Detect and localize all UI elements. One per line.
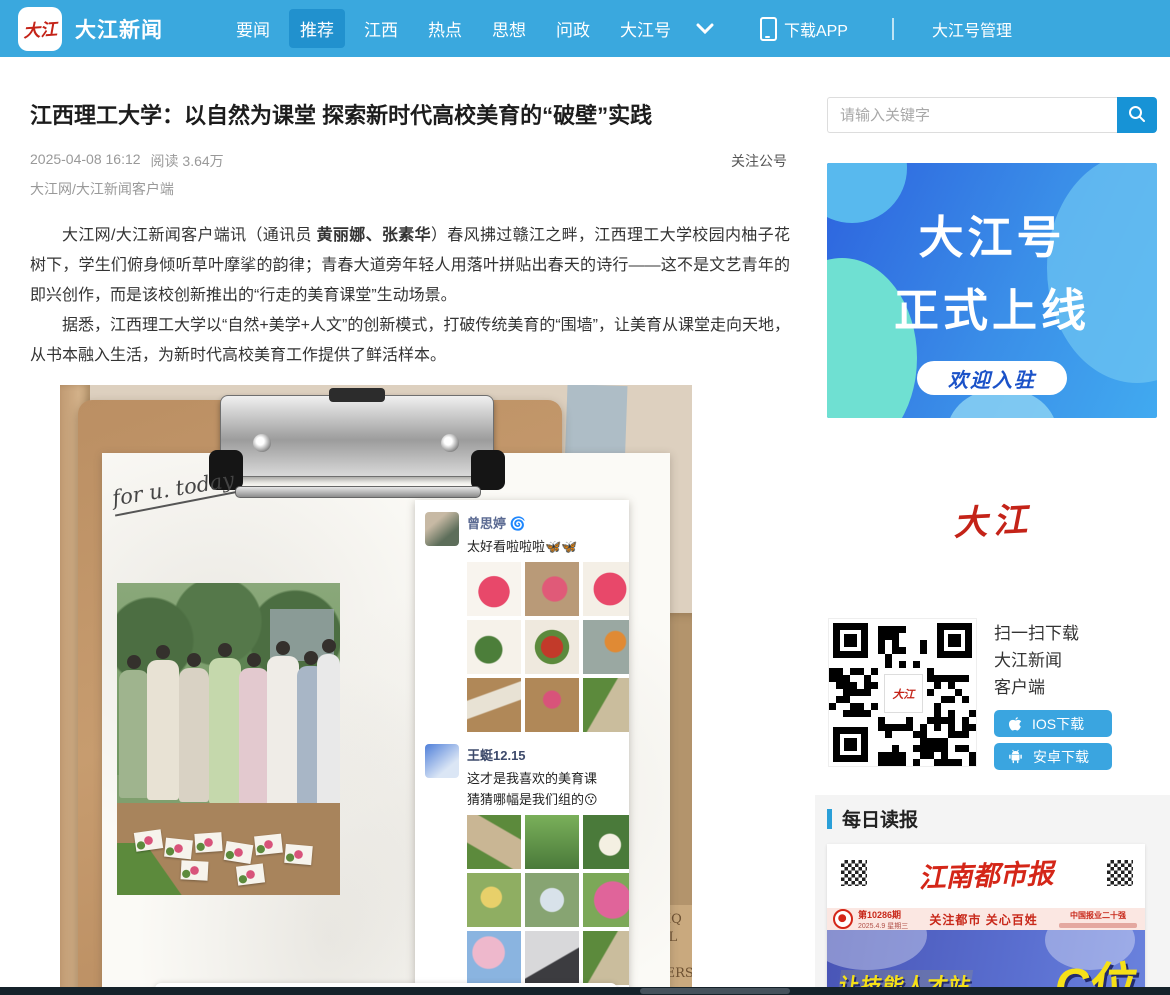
dajianghao-banner[interactable]: 大江号 正式上线 欢迎入驻 (827, 163, 1157, 418)
qr-code: 大江 (828, 618, 977, 767)
newspaper-headline-area: 让技能人才站 C位 (827, 930, 1145, 995)
main-nav: 要闻 推荐 江西 热点 思想 问政 大江号 (221, 9, 714, 48)
clipboard-clip (220, 395, 494, 477)
scrollbar-thumb[interactable] (640, 988, 790, 994)
banner-join-pill[interactable]: 欢迎入驻 (917, 361, 1067, 395)
article-column: 江西理工大学：以自然为课堂 探索新时代高校美育的“破壁”实践 2025-04-0… (0, 57, 810, 995)
newspaper-info-strip: 第10286期 2025.4.9 星期三 关注都市 关心百姓 中国报业二十强 (827, 908, 1145, 930)
dajiang-logo: 大江 (815, 418, 1170, 618)
post-text: 太好看啦啦啦🦋🦋 (467, 536, 577, 555)
section-accent-bar (827, 809, 832, 829)
mini-qr-right (1107, 860, 1133, 886)
qr-caption-2: 大江新闻 (994, 647, 1112, 674)
download-app-link[interactable]: 下载APP (784, 17, 848, 41)
manage-link[interactable]: 大江号管理 (932, 17, 1012, 41)
sidebar: 大江号 正式上线 欢迎入驻 大江 大江 扫一扫下载 大江新闻 客户端 IOS下载 (815, 57, 1170, 995)
nav-item-yaowen[interactable]: 要闻 (225, 9, 281, 48)
wechat-moments-card: 曾思婷 🌀 太好看啦啦啦🦋🦋 王蜓12.15 (415, 500, 629, 995)
top-navbar: 大江 大江新闻 要闻 推荐 江西 热点 思想 问政 大江号 下载APP 大江号管… (0, 0, 1170, 57)
android-download-button[interactable]: 安卓下载 (994, 743, 1112, 770)
nav-item-redian[interactable]: 热点 (417, 9, 473, 48)
avatar (425, 744, 459, 778)
site-name: 大江新闻 (75, 14, 163, 44)
qr-caption-3: 客户端 (994, 674, 1112, 701)
site-logo[interactable]: 大江 (18, 7, 62, 51)
moments-post-1: 曾思婷 🌀 太好看啦啦啦🦋🦋 (425, 512, 619, 732)
post-text-line2: 猜猜哪幅是我们组的😗 (467, 789, 598, 808)
paragraph-1: 大江网/大江新闻客户端讯（通讯员 黄丽娜、张素华）春风拂过赣江之畔，江西理工大学… (30, 221, 790, 311)
search-icon (1128, 105, 1146, 126)
post-text-line1: 这才是我喜欢的美育课 (467, 768, 598, 787)
newspaper-name: 江南都市报 (918, 852, 1054, 896)
apple-icon (1008, 716, 1022, 732)
header-divider (892, 18, 894, 40)
nav-item-dajianghao[interactable]: 大江号 (609, 9, 682, 48)
article-body: 大江网/大江新闻客户端讯（通讯员 黄丽娜、张素华）春风拂过赣江之畔，江西理工大学… (30, 221, 790, 371)
ios-download-button[interactable]: IOS下载 (994, 710, 1112, 737)
photo-grid-1 (467, 562, 619, 732)
correspondent-names: 黄丽娜、张素华 (317, 227, 431, 244)
paragraph-2: 据悉，江西理工大学以“自然+美学+人文”的创新模式，打破传统美育的“围墙”，让美… (30, 311, 790, 371)
moments-post-2: 王蜓12.15 这才是我喜欢的美育课 猜猜哪幅是我们组的😗 21分钟前 ⋮ (425, 744, 619, 995)
article-read-count: 阅读 3.64万 (151, 151, 224, 171)
issue-date: 2025.4.9 星期三 (858, 923, 908, 930)
chevron-down-icon[interactable] (696, 23, 714, 35)
daily-paper-title: 每日读报 (842, 805, 918, 832)
nav-item-jiangxi[interactable]: 江西 (353, 9, 409, 48)
phone-icon (760, 17, 777, 41)
page: 大江 大江新闻 要闻 推荐 江西 热点 思想 问政 大江号 下载APP 大江号管… (0, 0, 1170, 995)
mini-qr-left (841, 860, 867, 886)
search-bar (827, 97, 1157, 133)
nav-item-wenzheng[interactable]: 问政 (545, 9, 601, 48)
search-input[interactable] (827, 97, 1117, 133)
article-image: o contine baldué nctas lib rellisimi it.… (60, 385, 692, 995)
article-meta: 2025-04-08 16:12 阅读 3.64万 关注公号 (30, 151, 787, 171)
search-button[interactable] (1117, 97, 1157, 133)
banner-line1: 大江号 (827, 201, 1157, 266)
nav-item-tuijian[interactable]: 推荐 (289, 9, 345, 48)
header-right: 下载APP 大江号管理 (760, 17, 1012, 41)
horizontal-scrollbar[interactable] (0, 987, 1170, 995)
post-author: 王蜓12.15 (467, 745, 598, 764)
article-date: 2025-04-08 16:12 (30, 151, 141, 171)
article-title: 江西理工大学：以自然为课堂 探索新时代高校美育的“破壁”实践 (30, 98, 790, 130)
newspaper-award: 中国报业二十强 (1059, 910, 1137, 921)
newspaper-front-page[interactable]: 江南都市报 第10286期 2025.4.9 星期三 关注都市 关心百姓 中国报… (827, 844, 1145, 995)
newspaper-slogan: 关注都市 关心百姓 (929, 911, 1037, 928)
follow-account-link[interactable]: 关注公号 (731, 151, 787, 171)
daily-paper-section: 每日读报 江南都市报 第10286期 2025.4.9 星期三 关注都市 关心百… (815, 795, 1170, 995)
site-logo-text: 大江 (22, 15, 58, 42)
phoenix-logo-icon (833, 909, 853, 929)
article-source: 大江网/大江新闻客户端 (30, 179, 780, 199)
photo-grid-2 (467, 815, 619, 985)
app-download-section: 大江 扫一扫下载 大江新闻 客户端 IOS下载 安卓下载 (828, 618, 1157, 770)
avatar (425, 512, 459, 546)
qr-caption-1: 扫一扫下载 (994, 620, 1112, 647)
swirl-icon: 🌀 (510, 516, 526, 531)
issue-number: 第10286期 (858, 908, 908, 921)
students-photo (117, 583, 340, 895)
nav-item-sixiang[interactable]: 思想 (481, 9, 537, 48)
banner-line2: 正式上线 (827, 274, 1157, 339)
android-icon (1008, 749, 1023, 764)
